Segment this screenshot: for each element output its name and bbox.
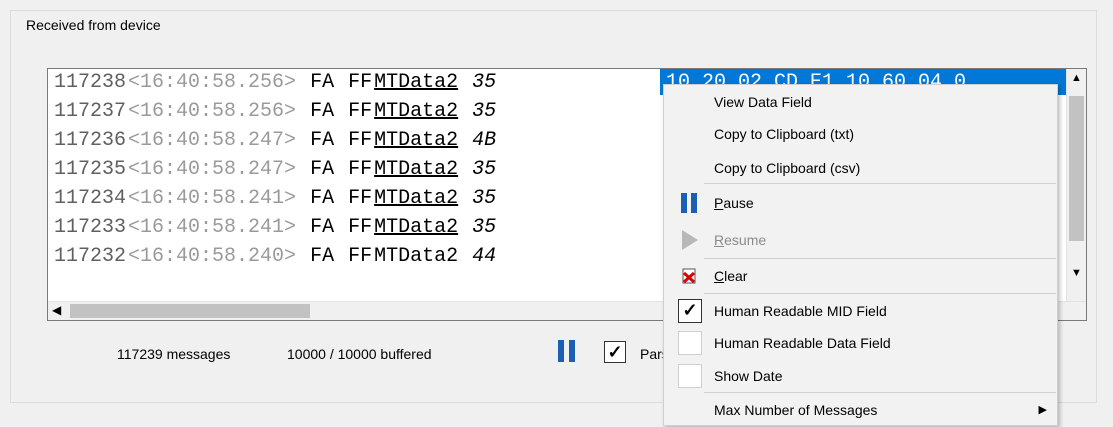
- group-title: Received from device: [26, 17, 161, 33]
- log-row[interactable]: 117233<16:40:58.241> FA FFMTData2 35 1: [54, 214, 678, 242]
- menu-item-show-date[interactable]: Show Date: [664, 361, 1057, 391]
- menu-item-copy-txt[interactable]: Copy to Clipboard (txt): [664, 119, 1057, 149]
- human-mid-checkbox: ✓: [678, 299, 702, 323]
- menu-item-resume: Resume: [664, 225, 1057, 255]
- row-timestamp: <16:40:58.241>: [128, 187, 297, 210]
- log-row[interactable]: 117238 <16:40:58.256> FA FF MTData2 35 10 …: [54, 69, 966, 97]
- row-bid: FF: [348, 158, 373, 181]
- row-bid: FF: [348, 100, 373, 123]
- log-row[interactable]: 117234<16:40:58.241> FA FFMTData2 35 1: [54, 185, 678, 213]
- menu-item-human-mid[interactable]: ✓ Human Readable MID Field: [664, 296, 1057, 326]
- row-bid: FF: [348, 216, 373, 239]
- scroll-down-icon[interactable]: ▼: [1071, 267, 1082, 279]
- menu-item-pause[interactable]: Pause: [664, 188, 1057, 218]
- row-mid: MTData2: [374, 158, 459, 181]
- log-row[interactable]: 117237<16:40:58.256> FA FFMTData2 35 1: [54, 98, 678, 126]
- vertical-scroll-thumb[interactable]: [1069, 96, 1084, 241]
- show-date-checkbox: [678, 364, 702, 388]
- row-mid: MTData2: [374, 216, 459, 239]
- context-menu: View Data Field Copy to Clipboard (txt) …: [663, 84, 1058, 426]
- row-number: 117237: [54, 100, 127, 123]
- message-count: 117239 messages: [117, 346, 231, 362]
- row-timestamp: <16:40:58.240>: [128, 245, 297, 268]
- row-timestamp: <16:40:58.247>: [128, 129, 297, 152]
- vertical-scrollbar[interactable]: ▲ ▼: [1066, 69, 1086, 302]
- row-mid: MTData2: [374, 71, 459, 94]
- row-length: 35: [472, 100, 497, 123]
- row-preamble: FA: [310, 216, 335, 239]
- log-row[interactable]: 117236<16:40:58.247> FA FFMTData2 4B 1: [54, 127, 678, 155]
- row-length: 35: [472, 158, 497, 181]
- row-timestamp: <16:40:58.256>: [128, 100, 297, 123]
- row-mid: MTData2: [374, 129, 459, 152]
- row-mid: MTData2: [374, 187, 459, 210]
- menu-separator: [704, 293, 1056, 294]
- row-length: 35: [472, 187, 497, 210]
- row-number: 117234: [54, 187, 127, 210]
- row-preamble: FA: [310, 187, 335, 210]
- row-timestamp: <16:40:58.247>: [128, 158, 297, 181]
- menu-item-clear[interactable]: Clear: [664, 261, 1057, 291]
- row-preamble: FA: [310, 71, 335, 94]
- row-number: 117233: [54, 216, 127, 239]
- row-preamble: FA: [310, 100, 335, 123]
- human-data-checkbox: [678, 331, 702, 355]
- parse-checkbox[interactable]: ✓: [604, 341, 626, 363]
- row-length: 35: [472, 71, 497, 94]
- chevron-right-icon: ▶: [1038, 404, 1047, 416]
- log-row[interactable]: 117235<16:40:58.247> FA FFMTData2 35 1: [54, 156, 678, 184]
- row-preamble: FA: [310, 245, 335, 268]
- row-timestamp: <16:40:58.256>: [128, 71, 297, 94]
- row-number: 117236: [54, 129, 127, 152]
- scroll-up-icon[interactable]: ▲: [1071, 72, 1082, 84]
- pause-icon: [678, 192, 702, 214]
- row-length: 35: [472, 216, 497, 239]
- pause-icon[interactable]: [558, 340, 578, 362]
- clear-icon: [678, 265, 702, 287]
- menu-separator: [704, 392, 1056, 393]
- row-timestamp: <16:40:58.241>: [128, 216, 297, 239]
- menu-item-copy-csv[interactable]: Copy to Clipboard (csv): [664, 153, 1057, 183]
- row-length: 44: [472, 245, 497, 268]
- row-preamble: FA: [310, 129, 335, 152]
- buffer-status: 10000 / 10000 buffered: [287, 346, 432, 362]
- log-row[interactable]: 117232<16:40:58.240> FA FFMTData2 44 1: [54, 243, 678, 271]
- scroll-left-icon[interactable]: ◀: [52, 303, 61, 317]
- row-bid: FF: [348, 129, 373, 152]
- row-mid: MTData2: [374, 245, 459, 268]
- menu-separator: [704, 258, 1056, 259]
- horizontal-scroll-thumb[interactable]: [70, 304, 310, 318]
- menu-item-human-data[interactable]: Human Readable Data Field: [664, 328, 1057, 358]
- menu-item-max-messages[interactable]: Max Number of Messages ▶: [664, 395, 1057, 425]
- row-number: 117238: [54, 71, 127, 94]
- menu-separator: [704, 183, 1056, 184]
- row-bid: FF: [348, 245, 373, 268]
- row-bid: FF: [348, 71, 373, 94]
- menu-item-view-data-field[interactable]: View Data Field: [664, 87, 1057, 117]
- row-preamble: FA: [310, 158, 335, 181]
- row-number: 117232: [54, 245, 127, 268]
- play-icon: [678, 229, 702, 251]
- row-number: 117235: [54, 158, 127, 181]
- row-length: 4B: [472, 129, 497, 152]
- row-bid: FF: [348, 187, 373, 210]
- row-mid: MTData2: [374, 100, 459, 123]
